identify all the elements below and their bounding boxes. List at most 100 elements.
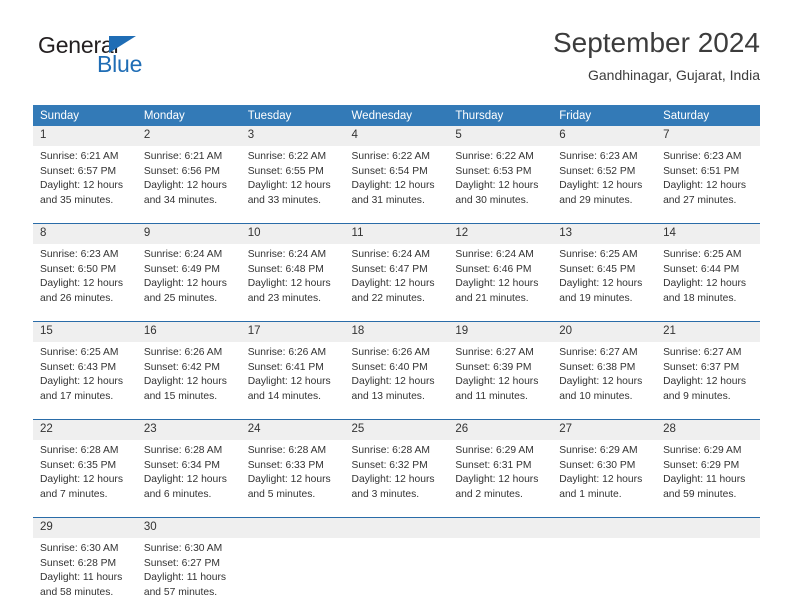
daylight-text-line2: and 59 minutes. <box>663 488 737 500</box>
day-number[interactable]: 26 <box>448 420 553 440</box>
daylight-text-line1: Daylight: 12 hours <box>40 278 123 289</box>
day-number[interactable]: 6 <box>552 126 657 146</box>
day-number[interactable]: 4 <box>344 126 449 146</box>
daylight-text-line2: and 9 minutes. <box>663 390 731 402</box>
day-number[interactable]: 22 <box>33 420 137 440</box>
daylight-text-line2: and 5 minutes. <box>247 488 316 500</box>
sunset-text: Sunset: 6:34 PM <box>143 459 220 471</box>
day-cell[interactable]: Sunrise: 6:23 AM Sunset: 6:50 PM Daylight:… <box>33 244 137 322</box>
day-cell[interactable]: Sunrise: 6:28 AM Sunset: 6:32 PM Daylight:… <box>344 440 449 518</box>
sunset-text: Sunset: 6:40 PM <box>351 361 428 373</box>
day-number[interactable]: 8 <box>33 224 137 244</box>
day-cell[interactable]: Sunrise: 6:30 AM Sunset: 6:28 PM Daylight:… <box>33 538 137 615</box>
day-number[interactable]: 11 <box>344 224 449 244</box>
page-title: September 2024 <box>552 27 760 58</box>
day-cell[interactable]: Sunrise: 6:28 AM Sunset: 6:35 PM Daylight:… <box>33 440 137 518</box>
day-number[interactable]: 20 <box>552 322 657 342</box>
day-cell[interactable]: Sunrise: 6:24 AM Sunset: 6:46 PM Daylight:… <box>448 244 553 322</box>
day-number-empty <box>448 518 553 538</box>
day-number[interactable]: 15 <box>33 322 137 342</box>
sunset-text: Sunset: 6:32 PM <box>351 459 428 471</box>
day-cell[interactable]: Sunrise: 6:21 AM Sunset: 6:56 PM Daylight:… <box>136 146 241 224</box>
daylight-text-line1: Daylight: 12 hours <box>663 376 747 387</box>
sunrise-text: Sunrise: 6:28 AM <box>351 445 430 456</box>
day-cell[interactable]: Sunrise: 6:22 AM Sunset: 6:54 PM Daylight:… <box>344 146 449 224</box>
day-number[interactable]: 25 <box>344 420 449 440</box>
day-cell[interactable]: Sunrise: 6:23 AM Sunset: 6:52 PM Daylight:… <box>552 146 657 224</box>
day-cell[interactable]: Sunrise: 6:22 AM Sunset: 6:55 PM Daylight:… <box>240 146 345 224</box>
daylight-text-line2: and 31 minutes. <box>351 194 425 206</box>
weekday-header-wednesday: Wednesday <box>344 105 449 126</box>
sunset-text: Sunset: 6:45 PM <box>559 263 636 275</box>
sunrise-text: Sunrise: 6:21 AM <box>40 151 119 162</box>
sunrise-text: Sunrise: 6:24 AM <box>247 249 327 260</box>
day-cell[interactable]: Sunrise: 6:26 AM Sunset: 6:41 PM Daylight:… <box>240 342 345 420</box>
day-cell[interactable]: Sunrise: 6:27 AM Sunset: 6:37 PM Daylight:… <box>656 342 760 420</box>
day-number[interactable]: 7 <box>656 126 760 146</box>
day-cell[interactable]: Sunrise: 6:24 AM Sunset: 6:49 PM Daylight:… <box>136 244 241 322</box>
day-number[interactable]: 14 <box>656 224 760 244</box>
daylight-text-line1: Daylight: 12 hours <box>247 376 331 387</box>
daylight-text-line2: and 7 minutes. <box>40 488 108 500</box>
daylight-text-line2: and 35 minutes. <box>40 194 114 206</box>
day-number[interactable]: 30 <box>136 518 241 538</box>
daylight-text-line1: Daylight: 12 hours <box>40 474 123 485</box>
day-number[interactable]: 13 <box>552 224 657 244</box>
day-number[interactable]: 19 <box>448 322 553 342</box>
sunrise-text: Sunrise: 6:28 AM <box>143 445 223 456</box>
day-number-row: 29 30 <box>33 518 760 538</box>
day-number[interactable]: 9 <box>136 224 241 244</box>
daylight-text-line1: Daylight: 12 hours <box>143 474 227 485</box>
daylight-text-line2: and 15 minutes. <box>143 390 218 402</box>
sunrise-sunset-calendar: Sunday Monday Tuesday Wednesday Thursday… <box>33 105 760 615</box>
day-cell[interactable]: Sunrise: 6:25 AM Sunset: 6:45 PM Daylight:… <box>552 244 657 322</box>
day-cell[interactable]: Sunrise: 6:26 AM Sunset: 6:42 PM Daylight:… <box>136 342 241 420</box>
daylight-text-line2: and 1 minute. <box>559 488 622 500</box>
day-number[interactable]: 27 <box>552 420 657 440</box>
day-cell[interactable]: Sunrise: 6:27 AM Sunset: 6:39 PM Daylight:… <box>448 342 553 420</box>
day-cell[interactable]: Sunrise: 6:29 AM Sunset: 6:29 PM Daylight:… <box>656 440 760 518</box>
day-cell[interactable]: Sunrise: 6:24 AM Sunset: 6:48 PM Daylight:… <box>240 244 345 322</box>
day-cell[interactable]: Sunrise: 6:23 AM Sunset: 6:51 PM Daylight:… <box>656 146 760 224</box>
sunset-text: Sunset: 6:43 PM <box>40 361 117 373</box>
sunrise-text: Sunrise: 6:26 AM <box>351 347 430 358</box>
day-number[interactable]: 3 <box>240 126 345 146</box>
day-cell[interactable]: Sunrise: 6:27 AM Sunset: 6:38 PM Daylight:… <box>552 342 657 420</box>
day-number[interactable]: 2 <box>136 126 241 146</box>
daylight-text-line1: Daylight: 12 hours <box>40 180 123 191</box>
daylight-text-line2: and 22 minutes. <box>351 292 425 304</box>
day-number[interactable]: 5 <box>448 126 553 146</box>
day-number[interactable]: 12 <box>448 224 553 244</box>
sunrise-text: Sunrise: 6:29 AM <box>559 445 638 456</box>
day-cell[interactable]: Sunrise: 6:24 AM Sunset: 6:47 PM Daylight:… <box>344 244 449 322</box>
sunrise-text: Sunrise: 6:26 AM <box>247 347 327 358</box>
day-number[interactable]: 23 <box>136 420 241 440</box>
day-cell[interactable]: Sunrise: 6:25 AM Sunset: 6:44 PM Daylight:… <box>656 244 760 322</box>
day-cell[interactable]: Sunrise: 6:28 AM Sunset: 6:33 PM Daylight:… <box>240 440 345 518</box>
day-cell[interactable]: Sunrise: 6:29 AM Sunset: 6:30 PM Daylight:… <box>552 440 657 518</box>
sunrise-text: Sunrise: 6:22 AM <box>455 151 534 162</box>
day-number[interactable]: 24 <box>240 420 345 440</box>
day-cell[interactable]: Sunrise: 6:21 AM Sunset: 6:57 PM Daylight:… <box>33 146 137 224</box>
day-cell[interactable]: Sunrise: 6:25 AM Sunset: 6:43 PM Daylight:… <box>33 342 137 420</box>
daylight-text-line2: and 29 minutes. <box>559 194 633 206</box>
day-number[interactable]: 10 <box>240 224 345 244</box>
day-cell[interactable]: Sunrise: 6:29 AM Sunset: 6:31 PM Daylight:… <box>448 440 553 518</box>
day-number[interactable]: 29 <box>33 518 137 538</box>
day-number[interactable]: 21 <box>656 322 760 342</box>
sunset-text: Sunset: 6:39 PM <box>455 361 532 373</box>
day-cell[interactable]: Sunrise: 6:22 AM Sunset: 6:53 PM Daylight:… <box>448 146 553 224</box>
day-cell[interactable]: Sunrise: 6:30 AM Sunset: 6:27 PM Daylight:… <box>136 538 241 615</box>
day-number[interactable]: 16 <box>136 322 241 342</box>
day-number[interactable]: 18 <box>344 322 449 342</box>
day-number[interactable]: 1 <box>33 126 137 146</box>
weekday-header-saturday: Saturday <box>656 105 760 126</box>
day-cell[interactable]: Sunrise: 6:28 AM Sunset: 6:34 PM Daylight:… <box>136 440 241 518</box>
daylight-text-line1: Daylight: 12 hours <box>455 180 539 191</box>
day-number[interactable]: 28 <box>656 420 760 440</box>
daylight-text-line2: and 34 minutes. <box>143 194 218 206</box>
day-cell-empty <box>344 538 449 615</box>
day-number[interactable]: 17 <box>240 322 345 342</box>
generalblue-logo[interactable]: General Blue <box>38 32 218 88</box>
day-cell[interactable]: Sunrise: 6:26 AM Sunset: 6:40 PM Daylight:… <box>344 342 449 420</box>
